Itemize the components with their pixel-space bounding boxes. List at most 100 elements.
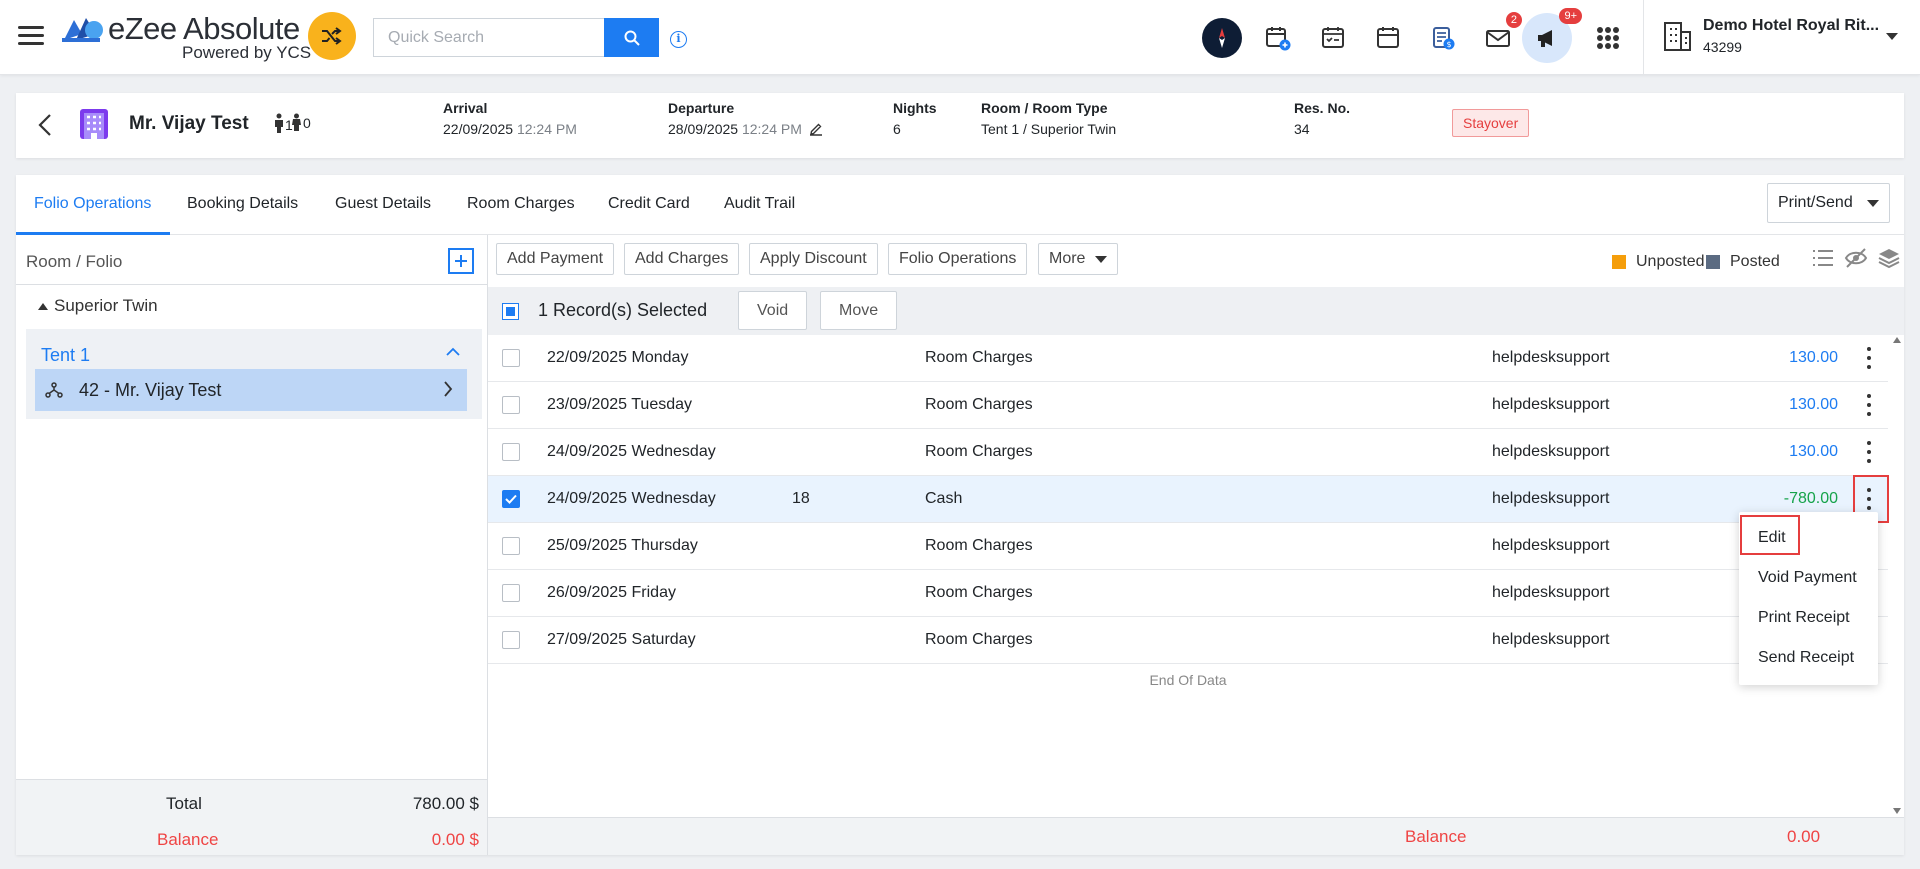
folio-toolbar: Add Payment Add Charges Apply Discount F… [488,235,1904,287]
row-menu-icon[interactable] [1866,488,1872,510]
row-description: Room Charges [925,396,1033,413]
posted-swatch [1706,255,1720,269]
row-checkbox[interactable] [502,443,520,461]
announcement-badge: 9+ [1559,8,1582,24]
row-checkbox[interactable] [502,537,520,555]
mail-icon[interactable]: 2 [1480,12,1522,56]
departure-field: Departure 28/09/2025 12:24 PM [668,100,823,137]
row-user: helpdesksupport [1492,396,1610,413]
row-checkbox[interactable] [502,349,520,367]
row-description: Room Charges [925,631,1033,648]
row-description: Room Charges [925,349,1033,366]
row-description: Room Charges [925,443,1033,460]
more-dropdown[interactable]: More [1038,243,1119,275]
hide-icon[interactable] [1844,247,1868,269]
row-checkbox[interactable] [502,584,520,602]
row-checkbox[interactable] [502,396,520,414]
table-row[interactable]: 22/09/2025 Monday Room Charges helpdesks… [488,335,1888,382]
room-field: Room / Room Type Tent 1 / Superior Twin [981,100,1117,137]
logo-title: eZee Absolute [108,11,300,46]
table-row[interactable]: 24/09/2025 Wednesday Room Charges helpde… [488,429,1888,476]
nights-value: 6 [893,121,901,137]
posted-legend: Posted [1706,253,1780,271]
announcement-icon[interactable]: 9+ [1522,8,1582,63]
row-menu-icon[interactable] [1866,441,1872,463]
unposted-swatch [1612,255,1626,269]
list-view-icon[interactable] [1811,247,1835,269]
table-row-selected[interactable]: 24/09/2025 Wednesday 18 Cash helpdesksup… [488,475,1889,523]
edit-pencil-icon[interactable] [809,122,823,136]
child-icon [292,113,301,131]
children-count: 0 [291,113,311,131]
row-checkbox-checked[interactable] [502,490,520,508]
info-icon[interactable]: i [670,31,687,48]
compass-icon[interactable] [1202,18,1242,58]
row-date: 23/09/2025 Tuesday [547,396,693,413]
row-amount: -780.00 [1783,490,1838,507]
apps-grid-icon[interactable] [1597,27,1619,49]
row-date: 27/09/2025 Saturday [547,631,696,648]
selection-count: 1 Record(s) Selected [538,300,708,320]
adults-count: 1 [274,113,293,133]
apply-discount-button[interactable]: Apply Discount [749,243,878,275]
hotel-name[interactable]: Demo Hotel Royal Rit... [1703,17,1879,35]
row-user: helpdesksupport [1492,584,1610,601]
void-button[interactable]: Void [738,291,808,330]
table-row[interactable]: 23/09/2025 Tuesday Room Charges helpdesk… [488,382,1888,429]
unposted-legend: Unposted [1612,253,1705,271]
new-reservation-calendar-icon[interactable] [1260,20,1296,56]
quick-search-input[interactable] [373,18,605,57]
adult-icon [275,113,283,133]
highlight-frame [1740,515,1800,555]
hotel-id: 43299 [1703,39,1742,55]
add-payment-button[interactable]: Add Payment [496,243,615,275]
add-charges-button[interactable]: Add Charges [624,243,740,275]
building-icon [80,109,108,139]
top-bar: eZee Absolute Powered by YCS i $ 2 9+ De… [0,0,1920,75]
row-date: 26/09/2025 Friday [547,584,676,601]
row-checkbox[interactable] [502,631,520,649]
table-row[interactable]: 27/09/2025 Saturday Room Charges helpdes… [488,617,1888,664]
row-menu-icon[interactable] [1866,347,1872,369]
row-description: Cash [925,490,963,507]
status-badge: Stayover [1452,109,1530,137]
shuffle-icon[interactable] [308,12,356,60]
row-menu-icon[interactable] [1866,394,1872,416]
row-user: helpdesksupport [1492,443,1610,460]
menu-icon[interactable] [18,26,44,46]
row-description: Room Charges [925,584,1033,601]
logo-subtitle: Powered by YCS [182,43,312,62]
scroll-up-arrow[interactable] [1893,337,1901,343]
hotel-building-icon [1664,22,1691,51]
table-row[interactable]: 26/09/2025 Friday Room Charges helpdesks… [488,570,1888,617]
move-button[interactable]: Move [820,291,898,330]
selection-bar: 1 Record(s) Selected Void Move [488,287,1904,335]
reservation-header: Mr. Vijay Test 1 0 Arrival 22/09/2025 12… [16,93,1904,158]
row-amount: 130.00 [1789,443,1838,460]
arrival-date: 22/09/2025 [443,121,514,137]
back-arrow-icon[interactable] [38,113,52,137]
mail-badge: 2 [1505,12,1522,28]
logo[interactable]: eZee Absolute Powered by YCS [60,10,360,66]
table-row[interactable]: 25/09/2025 Thursday Room Charges helpdes… [488,523,1888,570]
row-user: helpdesksupport [1492,349,1610,366]
checkmark-icon [505,494,517,504]
folio-operations-button[interactable]: Folio Operations [888,243,1028,275]
menu-item-print-receipt[interactable]: Print Receipt [1758,609,1850,627]
row-user: helpdesksupport [1492,631,1610,648]
menu-item-void-payment[interactable]: Void Payment [1758,569,1857,587]
hotel-dropdown-icon[interactable] [1886,33,1898,40]
checklist-calendar-icon[interactable] [1315,20,1351,56]
end-of-data: End Of Data [1149,672,1227,688]
row-ref: 18 [792,490,810,507]
menu-item-send-receipt[interactable]: Send Receipt [1758,649,1854,667]
balance-value: 0.00 [1787,827,1821,846]
scroll-down-arrow[interactable] [1893,808,1901,814]
select-all-checkbox[interactable] [502,303,519,320]
search-button[interactable] [604,18,659,57]
billing-icon[interactable]: $ [1425,20,1461,56]
layers-icon[interactable] [1878,247,1900,269]
arrival-time: 12:24 PM [516,121,577,137]
calendar-icon[interactable] [1370,20,1406,56]
room-value: Tent 1 / Superior Twin [981,121,1117,137]
